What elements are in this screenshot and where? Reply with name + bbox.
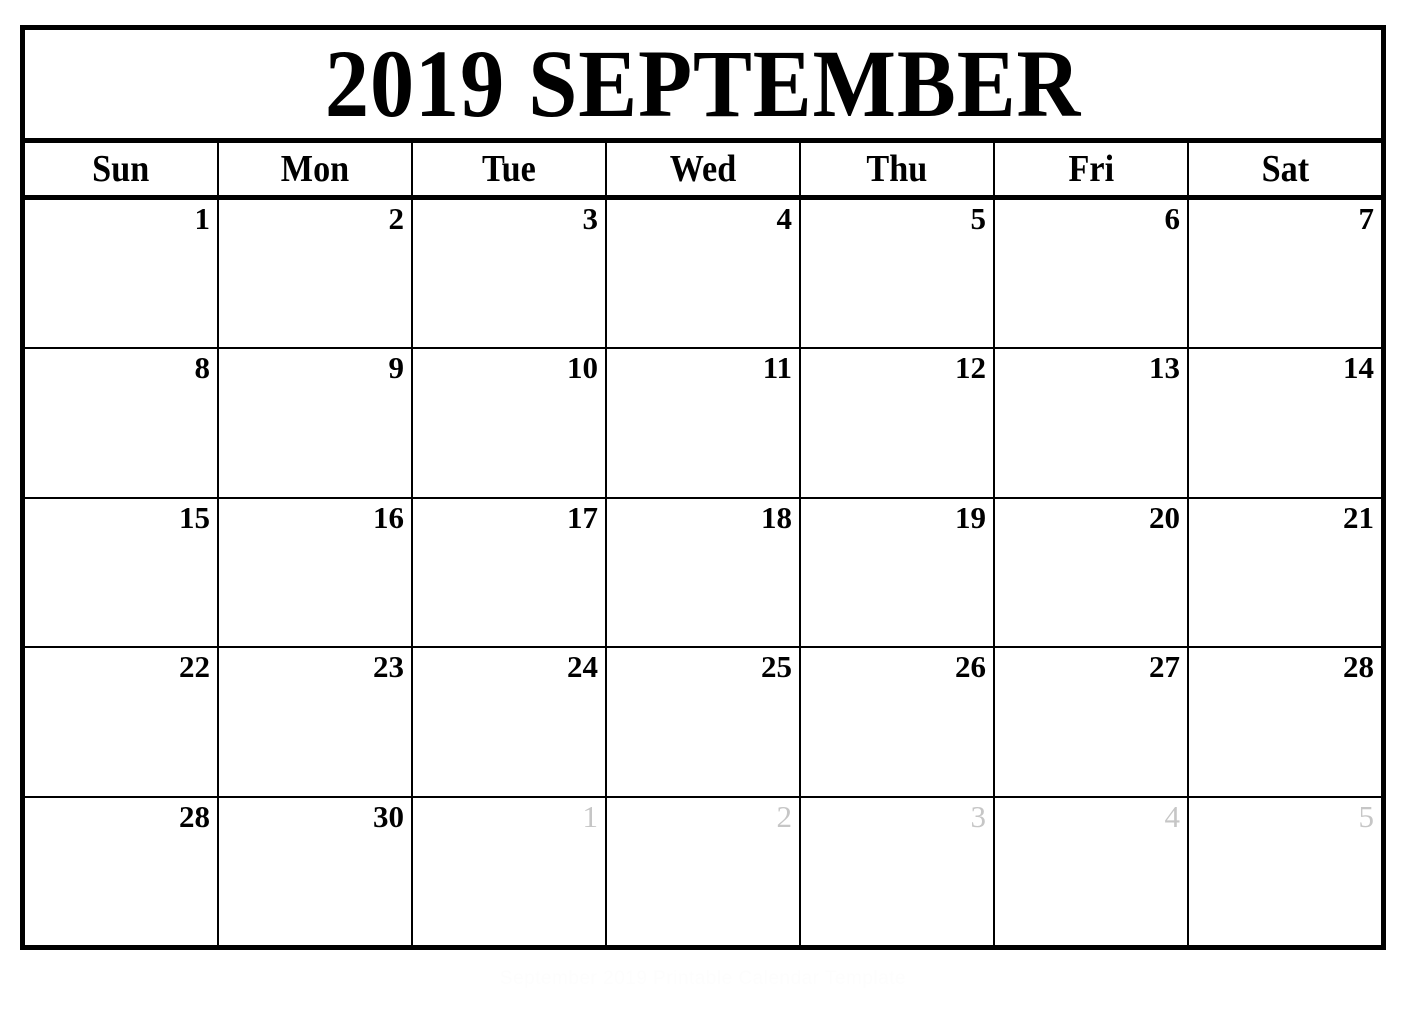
day-number: 21: [1343, 499, 1374, 535]
day-cell[interactable]: 21: [1189, 498, 1381, 647]
calendar-weeks: 1 2 3 4 5 6 7 8 9 10 11 12 13 14 15 16 1…: [25, 200, 1381, 946]
week-row: 1 2 3 4 5 6 7: [25, 200, 1381, 350]
day-cell-next-month[interactable]: 5: [1189, 797, 1381, 946]
week-row: 22 23 24 25 26 27 28: [25, 648, 1381, 798]
day-cell[interactable]: 18: [607, 498, 801, 647]
day-cell[interactable]: 20: [995, 498, 1189, 647]
weekday-label: Mon: [280, 148, 350, 190]
day-cell[interactable]: 26: [801, 648, 995, 796]
day-number: 15: [179, 499, 210, 535]
weekday-label: Wed: [669, 148, 737, 190]
weekday-header-thu: Thu: [801, 143, 995, 195]
weekday-header-sun: Sun: [25, 143, 219, 195]
day-cell[interactable]: 13: [995, 349, 1189, 497]
day-number: 28: [179, 798, 210, 834]
day-cell[interactable]: 23: [219, 648, 413, 796]
day-cell[interactable]: 24: [413, 648, 607, 796]
day-number: 4: [1164, 798, 1181, 834]
day-cell[interactable]: 7: [1189, 200, 1381, 348]
weekday-label: Sat: [1261, 148, 1309, 190]
day-cell[interactable]: 22: [25, 648, 219, 796]
day-cell[interactable]: 12: [801, 349, 995, 497]
day-number: 10: [567, 350, 598, 386]
day-cell-next-month[interactable]: 1: [413, 797, 607, 946]
day-number: 22: [179, 649, 210, 685]
day-number: 5: [970, 201, 987, 236]
day-number: 30: [373, 798, 404, 834]
calendar-frame: 2019 SEPTEMBER Sun Mon Tue Wed Thu Fri S…: [20, 25, 1386, 950]
day-cell[interactable]: 25: [607, 648, 801, 796]
day-number: 5: [1358, 798, 1375, 834]
day-number: 27: [1149, 649, 1180, 685]
day-number: 26: [955, 649, 986, 685]
day-cell[interactable]: 17: [413, 498, 607, 647]
weekday-header-tue: Tue: [413, 143, 607, 195]
day-cell[interactable]: 3: [413, 200, 607, 348]
page-title: 2019 SEPTEMBER: [324, 30, 1082, 137]
day-cell[interactable]: 30: [219, 797, 413, 946]
day-number: 20: [1149, 499, 1180, 535]
day-number: 6: [1164, 201, 1181, 236]
day-number: 8: [194, 350, 211, 386]
week-row: 28 30 1 2 3 4 5: [25, 797, 1381, 946]
day-cell-next-month[interactable]: 4: [995, 797, 1189, 946]
day-cell[interactable]: 6: [995, 200, 1189, 348]
day-cell[interactable]: 28: [1189, 648, 1381, 796]
footer-watermark: September 2019 Printable Calendar Templa…: [499, 968, 907, 989]
day-number: 19: [955, 499, 986, 535]
calendar-title-band: 2019 SEPTEMBER: [25, 30, 1381, 143]
day-cell[interactable]: 10: [413, 349, 607, 497]
day-number: 24: [567, 649, 598, 685]
day-number: 12: [955, 350, 986, 386]
day-number: 17: [567, 499, 598, 535]
day-number: 28: [1343, 649, 1374, 685]
day-cell[interactable]: 11: [607, 349, 801, 497]
weekday-header-sat: Sat: [1189, 143, 1381, 195]
day-number: 13: [1149, 350, 1180, 386]
day-number: 11: [762, 350, 792, 386]
day-cell[interactable]: 8: [25, 349, 219, 497]
calendar-page: 2019 SEPTEMBER Sun Mon Tue Wed Thu Fri S…: [0, 0, 1406, 1009]
weekday-label: Sun: [92, 148, 150, 190]
day-cell-next-month[interactable]: 2: [607, 797, 801, 946]
day-number: 1: [194, 201, 211, 236]
day-number: 9: [388, 350, 405, 386]
day-cell[interactable]: 9: [219, 349, 413, 497]
week-row: 15 16 17 18 19 20 21: [25, 498, 1381, 649]
day-number: 4: [776, 201, 793, 236]
week-row: 8 9 10 11 12 13 14: [25, 349, 1381, 499]
day-number: 3: [582, 201, 599, 236]
day-number: 18: [761, 499, 792, 535]
day-number: 2: [388, 201, 405, 236]
day-cell[interactable]: 15: [25, 498, 219, 647]
weekday-label: Fri: [1068, 148, 1114, 190]
day-cell[interactable]: 19: [801, 498, 995, 647]
day-cell[interactable]: 5: [801, 200, 995, 348]
day-cell[interactable]: 2: [219, 200, 413, 348]
day-number: 3: [970, 798, 987, 834]
weekday-header-mon: Mon: [219, 143, 413, 195]
day-number: 25: [761, 649, 792, 685]
weekday-header-wed: Wed: [607, 143, 801, 195]
weekday-header-row: Sun Mon Tue Wed Thu Fri Sat: [25, 143, 1381, 200]
day-number: 14: [1343, 350, 1374, 386]
day-cell[interactable]: 16: [219, 498, 413, 647]
weekday-label: Tue: [482, 148, 536, 190]
day-cell-next-month[interactable]: 3: [801, 797, 995, 946]
day-cell[interactable]: 28: [25, 797, 219, 946]
weekday-label: Thu: [866, 148, 928, 190]
day-cell[interactable]: 4: [607, 200, 801, 348]
day-number: 16: [373, 499, 404, 535]
day-number: 7: [1358, 201, 1375, 236]
day-cell[interactable]: 27: [995, 648, 1189, 796]
day-number: 1: [582, 798, 599, 834]
day-cell[interactable]: 14: [1189, 349, 1381, 497]
weekday-header-fri: Fri: [995, 143, 1189, 195]
day-cell[interactable]: 1: [25, 200, 219, 348]
day-number: 23: [373, 649, 404, 685]
day-number: 2: [776, 798, 793, 834]
